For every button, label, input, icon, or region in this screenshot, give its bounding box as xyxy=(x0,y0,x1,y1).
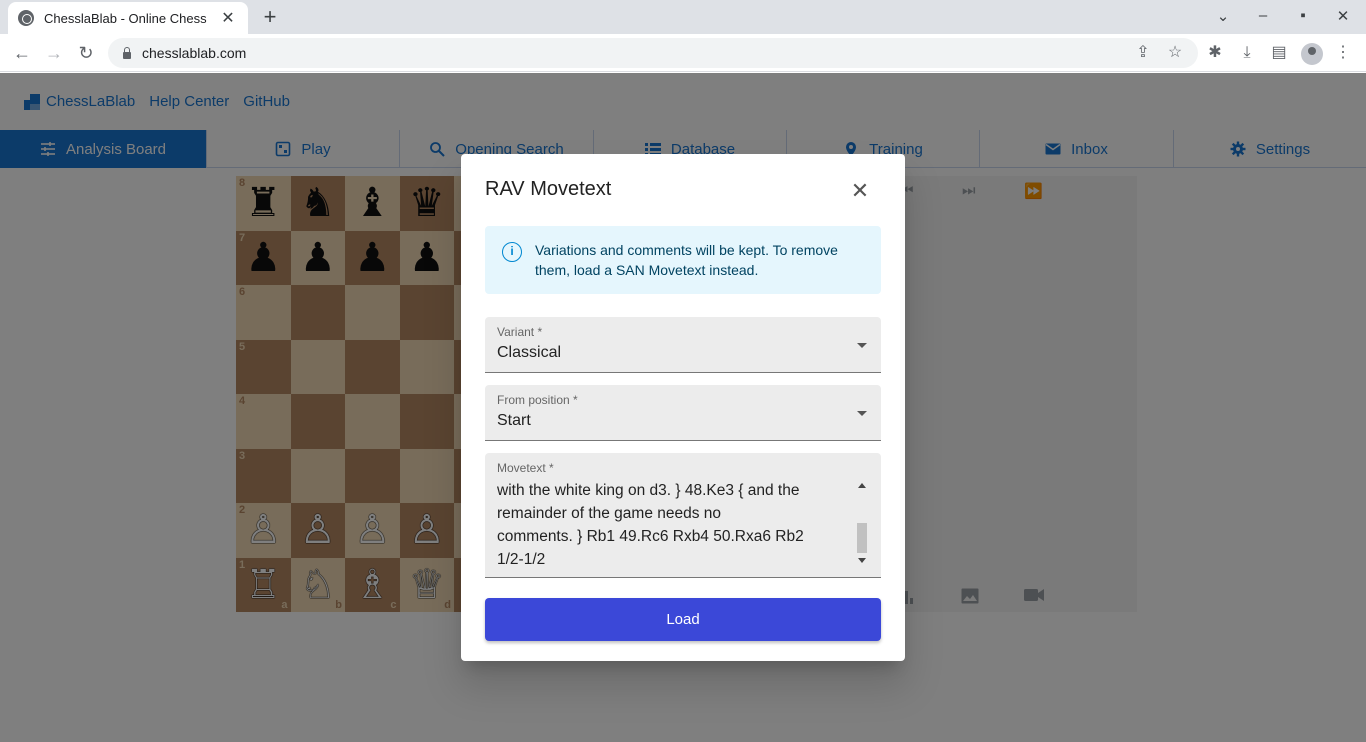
maximize-icon[interactable]: ▪ xyxy=(1291,7,1315,24)
chevron-down-icon xyxy=(857,343,867,348)
movetext-field[interactable]: Movetext * with the white king on d3. } … xyxy=(485,453,881,578)
info-alert: i Variations and comments will be kept. … xyxy=(485,226,881,294)
close-icon[interactable]: ✕ xyxy=(849,180,871,202)
menu-icon[interactable]: ⋮ xyxy=(1333,43,1353,63)
from-position-value: Start xyxy=(497,412,531,429)
url-text: chesslablab.com xyxy=(142,45,247,61)
movetext-label: Movetext * xyxy=(497,461,554,475)
extensions-icon[interactable]: ✱ xyxy=(1205,43,1225,63)
dialog-title: RAV Movetext xyxy=(485,178,612,200)
from-position-label: From position * xyxy=(497,393,578,407)
reload-icon[interactable]: ↻ xyxy=(75,42,97,64)
scrollbar-thumb[interactable] xyxy=(857,523,867,553)
variant-value: Classical xyxy=(497,344,562,361)
close-tab-icon[interactable]: ✕ xyxy=(218,8,238,28)
share-icon[interactable]: ⇪ xyxy=(1133,43,1153,63)
address-bar[interactable]: chesslablab.com xyxy=(108,38,1198,68)
side-panel-icon[interactable]: ▤ xyxy=(1269,43,1289,63)
rav-movetext-dialog: RAV Movetext ✕ i Variations and comments… xyxy=(461,154,905,661)
from-position-select[interactable]: From position * Start xyxy=(485,385,881,441)
window-close-icon[interactable]: ✕ xyxy=(1331,7,1355,25)
chevron-down-icon xyxy=(857,411,867,416)
variant-label: Variant * xyxy=(497,325,543,339)
load-button[interactable]: Load xyxy=(485,598,881,641)
minimize-icon[interactable]: – xyxy=(1251,7,1275,24)
movetext-textarea[interactable]: with the white king on d3. } 48.Ke3 { an… xyxy=(497,479,853,571)
browser-tab[interactable]: ChesslaBlab - Online Chess ✕ xyxy=(8,2,248,34)
new-tab-button[interactable]: + xyxy=(258,6,282,30)
scroll-down-icon[interactable] xyxy=(858,558,866,563)
download-icon[interactable]: ⤓ xyxy=(1237,43,1257,63)
scroll-up-icon[interactable] xyxy=(858,483,866,488)
info-icon: i xyxy=(502,242,522,262)
tab-search-icon[interactable]: ⌄ xyxy=(1211,7,1235,25)
browser-tabstrip: ChesslaBlab - Online Chess ✕ + ⌄ – ▪ ✕ xyxy=(0,0,1366,34)
variant-select[interactable]: Variant * Classical xyxy=(485,317,881,373)
lock-icon xyxy=(122,47,132,59)
forward-icon[interactable]: → xyxy=(43,42,65,64)
globe-icon xyxy=(18,10,34,26)
tab-title: ChesslaBlab - Online Chess xyxy=(44,10,207,26)
profile-avatar-icon[interactable] xyxy=(1301,43,1323,65)
back-icon[interactable]: ← xyxy=(11,42,33,64)
bookmark-star-icon[interactable]: ☆ xyxy=(1165,43,1185,63)
alert-text: Variations and comments will be kept. To… xyxy=(535,242,838,278)
browser-toolbar: ← → ↻ chesslablab.com ⇪ ☆ ✱ ⤓ ▤ ⋮ xyxy=(0,34,1366,72)
